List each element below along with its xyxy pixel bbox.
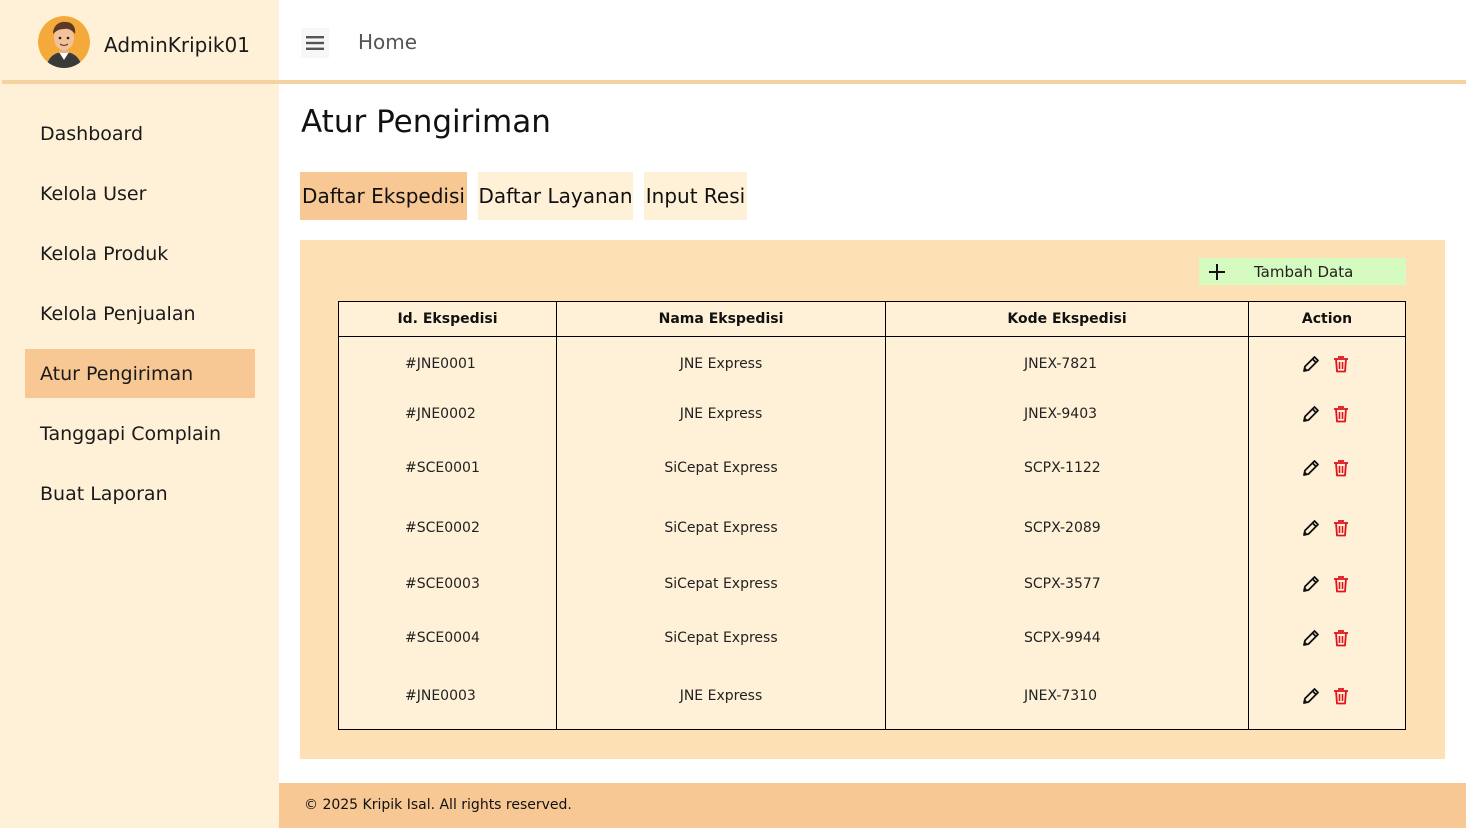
tab-label: Daftar Ekspedisi [302, 184, 465, 208]
sidebar-item-label: Tanggapi Complain [40, 422, 221, 445]
column-header-id: Id. Ekspedisi [397, 311, 498, 327]
add-data-button[interactable]: Tambah Data [1199, 258, 1406, 285]
plus-icon [1199, 263, 1235, 280]
edit-pencil-icon[interactable] [1301, 628, 1321, 648]
sidebar-item-tanggapi-complain[interactable]: Tanggapi Complain [25, 409, 255, 458]
sidebar-item-label: Dashboard [40, 122, 144, 145]
delete-trash-icon[interactable] [1331, 404, 1351, 424]
sidebar-item-kelola-penjualan[interactable]: Kelola Penjualan [25, 289, 255, 338]
delete-trash-icon[interactable] [1331, 628, 1351, 648]
cell-nama: SiCepat Express [664, 460, 778, 476]
row-actions [1301, 456, 1351, 480]
cell-kode: SCPX-3577 [1024, 576, 1101, 592]
header-divider-line [339, 336, 1405, 337]
tab-label: Daftar Layanan [478, 184, 633, 208]
hamburger-icon[interactable] [301, 28, 329, 58]
table-row: #SCE0001 SiCepat Express SCPX-1122 [339, 453, 1405, 483]
delete-trash-icon[interactable] [1331, 574, 1351, 594]
page-title: Atur Pengiriman [301, 104, 551, 140]
sidebar-nav: Dashboard Kelola User Kelola Produk Kelo… [25, 109, 255, 529]
edit-pencil-icon[interactable] [1301, 458, 1321, 478]
cell-kode: SCPX-1122 [1024, 460, 1101, 476]
sidebar-item-label: Kelola User [40, 182, 147, 205]
cell-nama: SiCepat Express [664, 576, 778, 592]
column-header-action: Action [1301, 311, 1353, 327]
sidebar-item-dashboard[interactable]: Dashboard [25, 109, 255, 158]
avatar[interactable] [38, 16, 90, 68]
cell-nama: SiCepat Express [664, 630, 778, 646]
sidebar-item-kelola-user[interactable]: Kelola User [25, 169, 255, 218]
row-actions [1301, 352, 1351, 376]
delete-trash-icon[interactable] [1331, 458, 1351, 478]
cell-nama: JNE Express [679, 406, 763, 422]
edit-pencil-icon[interactable] [1301, 404, 1321, 424]
edit-pencil-icon[interactable] [1301, 354, 1321, 374]
sidebar-item-kelola-produk[interactable]: Kelola Produk [25, 229, 255, 278]
cell-id: #SCE0003 [405, 576, 480, 592]
column-header-nama: Nama Ekspedisi [658, 311, 784, 327]
delete-trash-icon[interactable] [1331, 518, 1351, 538]
table-row: #JNE0001 JNE Express JNEX-7821 [339, 349, 1405, 379]
row-actions [1301, 516, 1351, 540]
tab-input-resi[interactable]: Input Resi [644, 172, 747, 220]
row-actions [1301, 684, 1351, 708]
cell-id: #SCE0001 [405, 460, 480, 476]
tab-daftar-ekspedisi[interactable]: Daftar Ekspedisi [300, 172, 467, 220]
table-row: #JNE0002 JNE Express JNEX-9403 [339, 399, 1405, 429]
cell-nama: SiCepat Express [664, 520, 778, 536]
table-row: #SCE0004 SiCepat Express SCPX-9944 [339, 623, 1405, 653]
sidebar: AdminKripik01 Dashboard Kelola User Kelo… [0, 0, 279, 828]
sidebar-header: AdminKripik01 [0, 0, 279, 82]
cell-id: #SCE0004 [405, 630, 480, 646]
row-actions [1301, 572, 1351, 596]
sidebar-item-label: Kelola Penjualan [40, 302, 196, 325]
cell-kode: SCPX-2089 [1024, 520, 1101, 536]
cell-id: #JNE0001 [405, 356, 476, 372]
table-row: #SCE0002 SiCepat Express SCPX-2089 [339, 513, 1405, 543]
row-actions [1301, 626, 1351, 650]
cell-kode: JNEX-7821 [1024, 356, 1098, 372]
ekspedisi-table: Id. Ekspedisi Nama Ekspedisi Kode Eksped… [338, 301, 1406, 730]
content-panel: Tambah Data Id. Ekspedisi Nama Ekspedisi… [300, 240, 1445, 759]
sidebar-item-label: Kelola Produk [40, 242, 169, 265]
cell-id: #JNE0002 [405, 406, 476, 422]
cell-nama: JNE Express [679, 688, 763, 704]
table-row: #SCE0003 SiCepat Express SCPX-3577 [339, 569, 1405, 599]
admin-username: AdminKripik01 [104, 33, 250, 57]
header-divider [2, 80, 1466, 84]
cell-kode: SCPX-9944 [1024, 630, 1101, 646]
table-row: #JNE0003 JNE Express JNEX-7310 [339, 681, 1405, 711]
add-data-label: Tambah Data [1254, 262, 1354, 281]
cell-kode: JNEX-9403 [1024, 406, 1098, 422]
tab-label: Input Resi [645, 184, 746, 208]
column-header-kode: Kode Ekspedisi [1007, 311, 1127, 327]
edit-pencil-icon[interactable] [1301, 686, 1321, 706]
footer: © 2025 Kripik Isal. All rights reserved. [279, 783, 1466, 828]
sidebar-item-buat-laporan[interactable]: Buat Laporan [25, 469, 255, 518]
copyright-text: © 2025 Kripik Isal. All rights reserved. [304, 797, 572, 813]
sidebar-item-atur-pengiriman[interactable]: Atur Pengiriman [25, 349, 255, 398]
edit-pencil-icon[interactable] [1301, 574, 1321, 594]
sidebar-item-label: Atur Pengiriman [40, 362, 194, 385]
cell-id: #JNE0003 [405, 688, 476, 704]
cell-id: #SCE0002 [405, 520, 480, 536]
breadcrumb-home[interactable]: Home [358, 30, 417, 54]
cell-kode: JNEX-7310 [1024, 688, 1098, 704]
delete-trash-icon[interactable] [1331, 686, 1351, 706]
sidebar-item-label: Buat Laporan [40, 482, 168, 505]
cell-nama: JNE Express [679, 356, 763, 372]
edit-pencil-icon[interactable] [1301, 518, 1321, 538]
delete-trash-icon[interactable] [1331, 354, 1351, 374]
row-actions [1301, 402, 1351, 426]
top-bar: Home [279, 0, 1466, 82]
tab-daftar-layanan[interactable]: Daftar Layanan [478, 172, 633, 220]
